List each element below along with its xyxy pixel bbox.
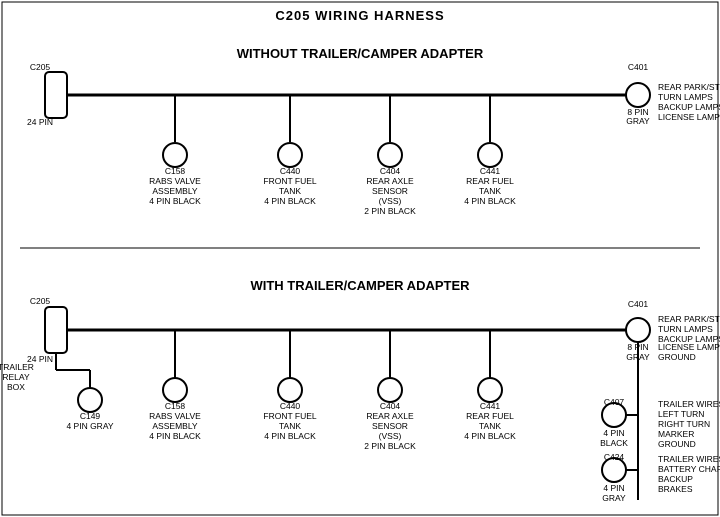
c401-bot-label1: REAR PARK/STOP	[658, 314, 720, 324]
c424-label3: BACKUP	[658, 474, 693, 484]
c404-bot-label: REAR AXLE	[366, 411, 414, 421]
c404-bot-label4: 2 PIN BLACK	[364, 441, 416, 451]
c158-top-label2: ASSEMBLY	[152, 186, 198, 196]
c424-label4: BRAKES	[658, 484, 693, 494]
c158-top-label3: 4 PIN BLACK	[149, 196, 201, 206]
c158-bot-label3: 4 PIN BLACK	[149, 431, 201, 441]
c407-label3: RIGHT TURN	[658, 419, 710, 429]
c404-bot-label3: (VSS)	[379, 431, 402, 441]
c407-label5: GROUND	[658, 439, 696, 449]
c158-bot-id: C158	[165, 401, 186, 411]
c441-bot-label3: 4 PIN BLACK	[464, 431, 516, 441]
c205-top-pin: 24 PIN	[27, 117, 53, 127]
wiring-svg: WITHOUT TRAILER/CAMPER ADAPTER C205 24 P…	[0, 0, 720, 517]
c441-top-id: C441	[480, 166, 501, 176]
c440-bot-label3: 4 PIN BLACK	[264, 431, 316, 441]
trailer-relay-label3: BOX	[7, 382, 25, 392]
c401-bot-label4: LICENSE LAMPS	[658, 342, 720, 352]
c424-label2: BATTERY CHARGE	[658, 464, 720, 474]
c404-top-label: REAR AXLE	[366, 176, 414, 186]
c441-top-label2: TANK	[479, 186, 501, 196]
c407-label4: MARKER	[658, 429, 694, 439]
trailer-relay-label1: TRAILER	[0, 362, 34, 372]
c404-bot-label2: SENSOR	[372, 421, 408, 431]
c440-bot-label2: TANK	[279, 421, 301, 431]
c158-bot-label2: ASSEMBLY	[152, 421, 198, 431]
c407-color: BLACK	[600, 438, 628, 448]
c440-top-id: C440	[280, 166, 301, 176]
c149-id: C149	[80, 411, 101, 421]
c441-top-label3: 4 PIN BLACK	[464, 196, 516, 206]
c401-top-label4: LICENSE LAMPS	[658, 112, 720, 122]
c404-top-label4: 2 PIN BLACK	[364, 206, 416, 216]
wiring-diagram: C205 WIRING HARNESS WITHOUT TRAILER/CAMP…	[0, 0, 720, 517]
c401-top-gray: GRAY	[626, 116, 650, 126]
c404-top-label3: (VSS)	[379, 196, 402, 206]
c440-top-label: FRONT FUEL	[263, 176, 316, 186]
c407-label2: LEFT TURN	[658, 409, 704, 419]
c441-top-label: REAR FUEL	[466, 176, 514, 186]
c404-top-label2: SENSOR	[372, 186, 408, 196]
c407-pin: 4 PIN	[603, 428, 624, 438]
section2-label: WITH TRAILER/CAMPER ADAPTER	[250, 278, 470, 293]
c158-bot-label: RABS VALVE	[149, 411, 201, 421]
c401-top-label2: TURN LAMPS	[658, 92, 713, 102]
c424-label1: TRAILER WIRES	[658, 454, 720, 464]
c424-color: GRAY	[602, 493, 626, 503]
c441-bot-label2: TANK	[479, 421, 501, 431]
c404-bot-id: C404	[380, 401, 401, 411]
c424-id: C424	[604, 452, 625, 462]
c149-label: 4 PIN GRAY	[66, 421, 113, 431]
c158-top-id: C158	[165, 166, 186, 176]
c401-top-label3: BACKUP LAMPS	[658, 102, 720, 112]
c407-label1: TRAILER WIRES	[658, 399, 720, 409]
c205-top-label: C205	[30, 62, 51, 72]
c440-top-label2: TANK	[279, 186, 301, 196]
c401-top-label: REAR PARK/STOP	[658, 82, 720, 92]
c401-bot-label2: TURN LAMPS	[658, 324, 713, 334]
c404-top-id: C404	[380, 166, 401, 176]
c441-bot-id: C441	[480, 401, 501, 411]
c407-id: C407	[604, 397, 625, 407]
c424-pin: 4 PIN	[603, 483, 624, 493]
c205-bot-label: C205	[30, 296, 51, 306]
c441-bot-label: REAR FUEL	[466, 411, 514, 421]
c401-top-id: C401	[628, 62, 649, 72]
c401-bot-label5: GROUND	[658, 352, 696, 362]
c440-bot-label: FRONT FUEL	[263, 411, 316, 421]
c158-top-label: RABS VALVE	[149, 176, 201, 186]
trailer-relay-label2: RELAY	[2, 372, 30, 382]
c440-top-label3: 4 PIN BLACK	[264, 196, 316, 206]
section1-label: WITHOUT TRAILER/CAMPER ADAPTER	[237, 46, 484, 61]
c440-bot-id: C440	[280, 401, 301, 411]
c401-bot-id: C401	[628, 299, 649, 309]
